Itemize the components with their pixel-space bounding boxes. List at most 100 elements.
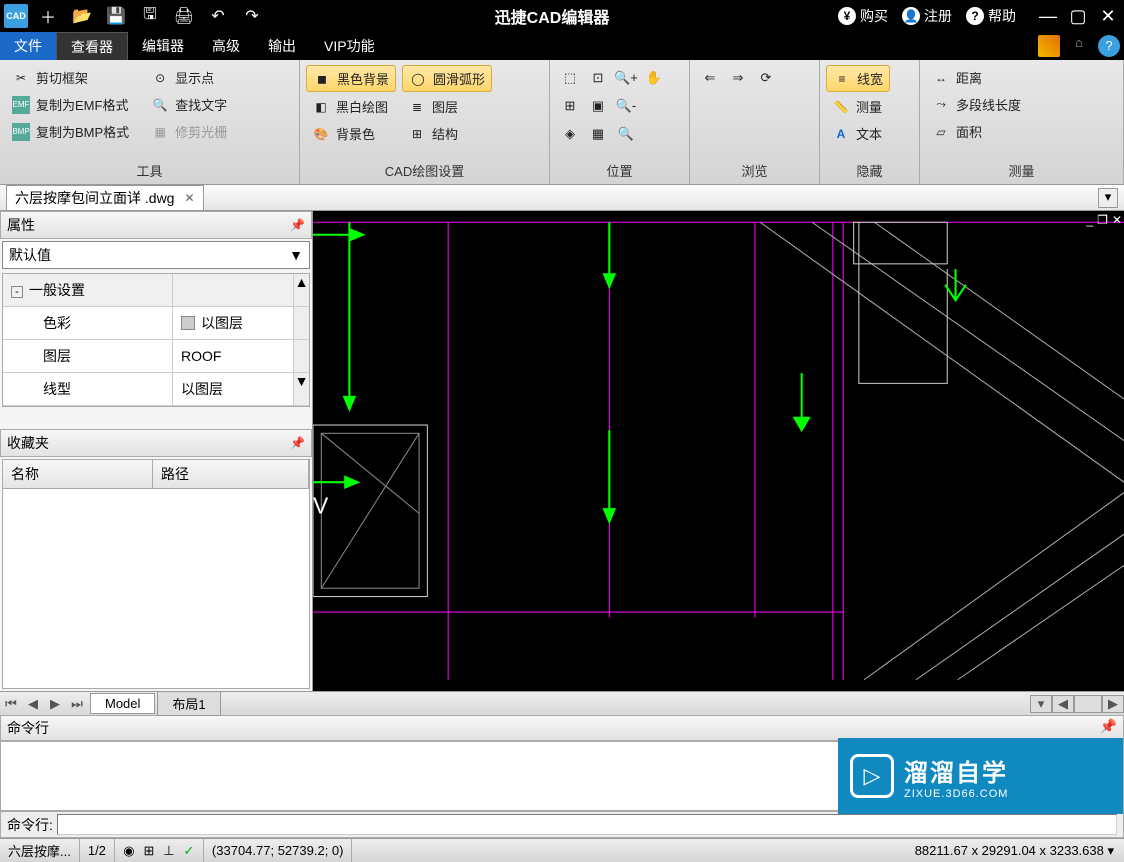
text-icon: A	[832, 125, 850, 143]
point-icon: ⊙	[151, 69, 169, 87]
pos-icon-2[interactable]: ▦	[585, 121, 611, 147]
menu-output[interactable]: 输出	[254, 32, 310, 60]
info-icon[interactable]: ?	[1098, 35, 1120, 57]
prop-group-general[interactable]: -一般设置 ▲	[3, 274, 309, 307]
bg-color-button[interactable]: 🎨背景色	[306, 121, 396, 146]
zoom-out-icon[interactable]: 🔍-	[613, 93, 639, 119]
bw-icon: ◧	[312, 98, 330, 116]
layers-button[interactable]: ≣图层	[402, 94, 492, 119]
zoom-real-icon[interactable]: 🔍	[613, 121, 639, 147]
nav-back-icon[interactable]: ⇐	[697, 65, 723, 91]
hscroll-right-icon[interactable]: ▶	[1102, 695, 1124, 713]
fav-col-path[interactable]: 路径	[153, 460, 309, 488]
buy-button[interactable]: ¥购买	[838, 6, 888, 26]
redo-icon[interactable]: ↷	[238, 2, 266, 30]
tab-close-icon[interactable]: ✕	[184, 191, 194, 205]
save-icon[interactable]: 💾	[102, 2, 130, 30]
text-toggle-button[interactable]: A文本	[826, 121, 890, 146]
open-icon[interactable]: 📂	[68, 2, 96, 30]
saveas-icon[interactable]: 🖫	[136, 2, 164, 30]
group-hide-label: 隐藏	[826, 159, 913, 180]
menu-vip[interactable]: VIP功能	[310, 32, 389, 60]
scroll-down-icon[interactable]: ▼	[293, 373, 309, 405]
drawing-canvas[interactable]: _ ❐ ✕	[313, 211, 1124, 691]
view-min-icon[interactable]: _	[1086, 213, 1093, 227]
menu-advanced[interactable]: 高级	[198, 32, 254, 60]
layout-first-icon[interactable]: ⏮	[0, 696, 22, 712]
group-measure-label: 测量	[926, 159, 1117, 180]
copy-emf-button[interactable]: EMF复制为EMF格式	[6, 92, 135, 117]
black-bg-button[interactable]: ◼黑色背景	[306, 65, 396, 92]
pan-icon[interactable]: ✋	[641, 65, 667, 91]
register-button[interactable]: 👤注册	[902, 6, 952, 26]
status-page: 1/2	[80, 839, 115, 862]
document-tab[interactable]: 六层按摩包间立面详 .dwg ✕	[6, 185, 204, 211]
ortho-icon[interactable]: ⊥	[161, 843, 177, 859]
smooth-arc-button[interactable]: ◯圆滑弧形	[402, 65, 492, 92]
scroll-up-icon[interactable]: ▲	[293, 274, 309, 306]
prop-row-linetype[interactable]: 线型 以图层 ▼	[3, 373, 309, 406]
zoom-window-icon[interactable]: ⬚	[557, 65, 583, 91]
group-tools-label: 工具	[6, 159, 293, 180]
collapse-icon[interactable]: -	[11, 286, 23, 298]
pin-icon[interactable]: 📌	[1100, 718, 1117, 738]
home-icon[interactable]: ⌂	[1068, 35, 1090, 57]
structure-button[interactable]: ⊞结构	[402, 121, 492, 146]
grid-icon[interactable]: ⊞	[141, 843, 157, 859]
pos-icon-1[interactable]: ◈	[557, 121, 583, 147]
cut-frame-button[interactable]: ✂剪切框架	[6, 65, 135, 90]
polyline-length-button[interactable]: ⤳多段线长度	[926, 92, 1027, 117]
zoom-all-icon[interactable]: ⊞	[557, 93, 583, 119]
arc-icon: ◯	[409, 70, 427, 88]
line-width-button[interactable]: ≡线宽	[826, 65, 890, 92]
menu-file[interactable]: 文件	[0, 32, 56, 60]
zoom-extents-icon[interactable]: ⊡	[585, 65, 611, 91]
pin-icon[interactable]: 📌	[290, 436, 305, 450]
bw-draw-button[interactable]: ◧黑白绘图	[306, 94, 396, 119]
tab-dropdown-icon[interactable]: ▾	[1098, 188, 1118, 208]
measure-toggle-button[interactable]: 📏测量	[826, 94, 890, 119]
print-icon[interactable]: 🖨	[170, 2, 198, 30]
menu-editor[interactable]: 编辑器	[128, 32, 198, 60]
group-browse-label: 浏览	[696, 159, 813, 180]
prop-row-layer[interactable]: 图层 ROOF	[3, 340, 309, 373]
zoom-in-icon[interactable]: 🔍+	[613, 65, 639, 91]
command-history[interactable]: ▷ 溜溜自学 ZIXUE.3D66.COM	[0, 741, 1124, 811]
polyline-icon: ⤳	[932, 96, 950, 114]
distance-button[interactable]: ↔距离	[926, 65, 1027, 90]
view-restore-icon[interactable]: ❐	[1097, 213, 1108, 227]
find-text-button[interactable]: 🔍查找文字	[145, 92, 233, 117]
help-button[interactable]: ?帮助	[966, 6, 1016, 26]
snap-icon[interactable]: ◉	[121, 843, 137, 859]
prop-row-color[interactable]: 色彩 以图层	[3, 307, 309, 340]
close-icon[interactable]: ✕	[1096, 6, 1120, 27]
layout-next-icon[interactable]: ▶	[44, 696, 66, 712]
nav-refresh-icon[interactable]: ⟳	[753, 65, 779, 91]
maximize-icon[interactable]: ▢	[1066, 6, 1090, 27]
theme-icon[interactable]	[1038, 35, 1060, 57]
layout-tab-1[interactable]: 布局1	[157, 691, 220, 716]
hscroll-left-icon[interactable]: ◀	[1052, 695, 1074, 713]
command-input[interactable]	[57, 814, 1117, 835]
pin-icon[interactable]: 📌	[290, 218, 305, 232]
zoom-fit-icon[interactable]: ▣	[585, 93, 611, 119]
minimize-icon[interactable]: —	[1036, 6, 1060, 27]
view-close-icon[interactable]: ✕	[1112, 213, 1122, 227]
menu-viewer[interactable]: 查看器	[56, 32, 128, 60]
layout-prev-icon[interactable]: ◀	[22, 696, 44, 712]
polar-icon[interactable]: ✓	[181, 843, 197, 859]
layout-last-icon[interactable]: ⏭	[66, 696, 88, 712]
fav-col-name[interactable]: 名称	[3, 460, 153, 488]
hscroll-dropdown-icon[interactable]: ▾	[1030, 695, 1052, 713]
layout-tab-model[interactable]: Model	[90, 693, 155, 714]
properties-table: -一般设置 ▲ 色彩 以图层 图层 ROOF 线型 以图层 ▼	[2, 273, 310, 407]
default-value-dropdown[interactable]: 默认值▼	[2, 241, 310, 269]
show-point-button[interactable]: ⊙显示点	[145, 65, 233, 90]
properties-header: 属性 📌	[0, 211, 312, 239]
command-panel: 命令行 📌 ▷ 溜溜自学 ZIXUE.3D66.COM 命令行:	[0, 715, 1124, 838]
new-icon[interactable]: ＋	[34, 2, 62, 30]
copy-bmp-button[interactable]: BMP复制为BMP格式	[6, 119, 135, 144]
nav-fwd-icon[interactable]: ⇒	[725, 65, 751, 91]
undo-icon[interactable]: ↶	[204, 2, 232, 30]
area-button[interactable]: ▱面积	[926, 119, 1027, 144]
